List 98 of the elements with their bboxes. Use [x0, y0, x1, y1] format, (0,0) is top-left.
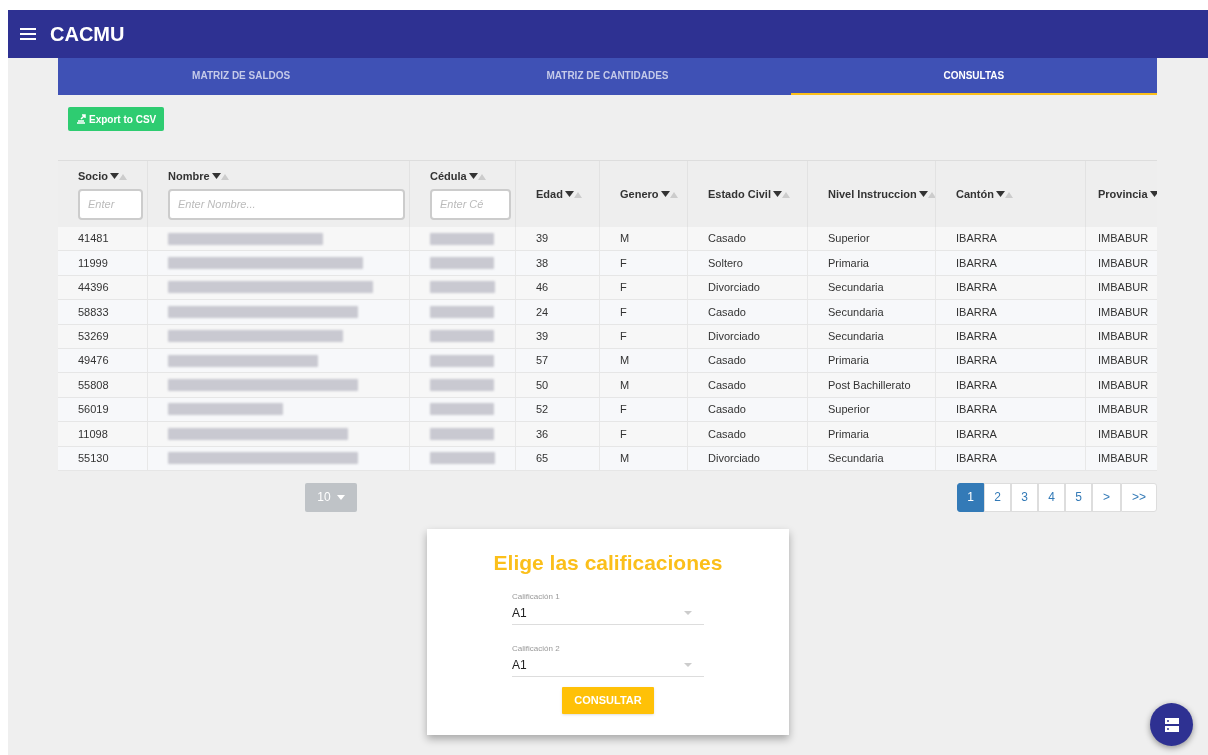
table-cell-text: IMBABUR	[1098, 304, 1149, 320]
app-title: CACMU	[50, 22, 125, 47]
table-cell-text: Casado	[708, 304, 746, 320]
table-cell-text: Casado	[708, 426, 746, 442]
table-cell-text: 53269	[78, 329, 109, 344]
filter-field[interactable]: Enter Cé	[430, 188, 511, 220]
table-cell-text: F	[620, 402, 627, 418]
table-cell-text: 24	[536, 304, 549, 320]
table-cell-text: M	[620, 231, 630, 247]
table-cell-text: Superior	[828, 231, 870, 247]
select-label: Calificación 1	[512, 590, 561, 603]
page-button[interactable]: 3	[1010, 482, 1038, 512]
page-button[interactable]: >>	[1121, 482, 1157, 512]
column-header[interactable]: Provincia	[1098, 185, 1148, 203]
column-header[interactable]: Edad	[536, 185, 563, 203]
table-cell-text: Superior	[828, 402, 870, 418]
select-label: Calificación 2	[512, 642, 561, 655]
table-cell-text: 39	[536, 231, 549, 247]
table-cell-text: IBARRA	[956, 280, 997, 296]
table-cell-text: IBARRA	[956, 377, 997, 393]
table-cell-text: Secundaria	[828, 329, 884, 344]
table-cell-text: Primaria	[828, 255, 869, 271]
table-cell-text: IMBABUR	[1098, 377, 1149, 393]
table-cell-text: F	[620, 280, 627, 296]
tab[interactable]: MATRIZ DE SALDOS	[58, 58, 425, 95]
filter-field[interactable]: Enter	[78, 188, 143, 220]
table-cell-text: IBARRA	[956, 402, 997, 418]
table-cell-text: IBARRA	[956, 231, 997, 247]
table-cell-text: IMBABUR	[1098, 426, 1149, 442]
table-cell-text: IMBABUR	[1098, 353, 1149, 369]
select-field[interactable]: A1	[512, 602, 704, 625]
table-cell-text: Primaria	[828, 353, 869, 369]
table-cell-text: Casado	[708, 353, 746, 369]
table-cell-text: 38	[536, 255, 549, 271]
column-header[interactable]: Cédula	[430, 168, 467, 185]
table-cell-text: Secundaria	[828, 280, 884, 296]
table-cell-text: Casado	[708, 402, 746, 418]
table-cell-text: 52	[536, 402, 549, 418]
table-cell-text: IMBABUR	[1098, 450, 1149, 466]
table-cell-text: Casado	[708, 377, 746, 393]
table-cell-text: Soltero	[708, 255, 743, 271]
table-cell-text: IBARRA	[956, 255, 997, 271]
tab[interactable]: CONSULTAS	[790, 58, 1157, 95]
table-cell-text: 39	[536, 329, 549, 344]
table-cell-text: 49476	[78, 353, 109, 369]
table-cell-text: 11999	[78, 255, 108, 271]
table-cell-text: F	[620, 255, 627, 271]
page-button[interactable]: >	[1091, 482, 1121, 512]
table-cell-text: 58833	[78, 304, 109, 320]
table-cell-text: 65	[536, 450, 549, 466]
table-cell-text: 44396	[78, 280, 109, 296]
table-cell-text: Post Bachillerato	[828, 377, 911, 393]
column-header[interactable]: Cantón	[956, 185, 994, 203]
table-cell-text: IBARRA	[956, 426, 997, 442]
tab[interactable]: MATRIZ DE CANTIDADES	[424, 58, 791, 95]
table-cell-text: Divorciado	[708, 280, 760, 296]
page-button[interactable]: 4	[1037, 482, 1065, 512]
page-button[interactable]: 5	[1064, 482, 1092, 512]
table-cell-text: M	[620, 353, 630, 369]
table-cell-text: IMBABUR	[1098, 280, 1149, 296]
filter-field[interactable]: Enter Nombre...	[168, 188, 405, 220]
table-cell-text: Secundaria	[828, 304, 884, 320]
table-cell-text: 11098	[78, 426, 108, 442]
table-cell-text: Secundaria	[828, 450, 884, 466]
table-cell-text: 50	[536, 377, 549, 393]
table-cell-text: IBARRA	[956, 353, 997, 369]
table-cell-text: 56019	[78, 402, 109, 418]
table-cell-text: 41481	[78, 231, 109, 247]
column-header[interactable]: Nombre	[168, 168, 210, 185]
table-cell-text: Casado	[708, 231, 746, 247]
column-header[interactable]: Nivel Instruccion	[828, 185, 917, 203]
table-cell-text: 36	[536, 426, 549, 442]
table-cell-text: IMBABUR	[1098, 402, 1149, 418]
table-cell-text: Divorciado	[708, 329, 760, 344]
table-cell-text: 57	[536, 353, 549, 369]
table-cell-text: Primaria	[828, 426, 869, 442]
table-cell-text: IBARRA	[956, 450, 997, 466]
table-cell-text: M	[620, 450, 630, 466]
table-cell-text: IBARRA	[956, 329, 997, 344]
table-cell-text: IMBABUR	[1098, 255, 1149, 271]
table-cell-text: IMBABUR	[1098, 329, 1149, 344]
card-title: Elige las calificaciones	[493, 550, 723, 576]
table-cell-text: 55130	[78, 450, 109, 466]
table-cell-text: F	[620, 304, 627, 320]
column-header[interactable]: Estado Civil	[708, 185, 771, 203]
page-button[interactable]: 2	[983, 482, 1011, 512]
table-cell-text: M	[620, 377, 630, 393]
table-cell-text: F	[620, 426, 627, 442]
column-header[interactable]: Socio	[78, 168, 108, 185]
column-header[interactable]: Genero	[620, 185, 659, 203]
table-cell-text: F	[620, 329, 627, 344]
table-cell-text: 46	[536, 280, 549, 296]
page-button[interactable]: 1	[956, 482, 984, 512]
table-cell-text: IMBABUR	[1098, 231, 1149, 247]
table-cell-text: Divorciado	[708, 450, 760, 466]
table-cell-text: 55808	[78, 377, 109, 393]
select-field[interactable]: A1	[512, 654, 704, 677]
table-cell-text: IBARRA	[956, 304, 997, 320]
